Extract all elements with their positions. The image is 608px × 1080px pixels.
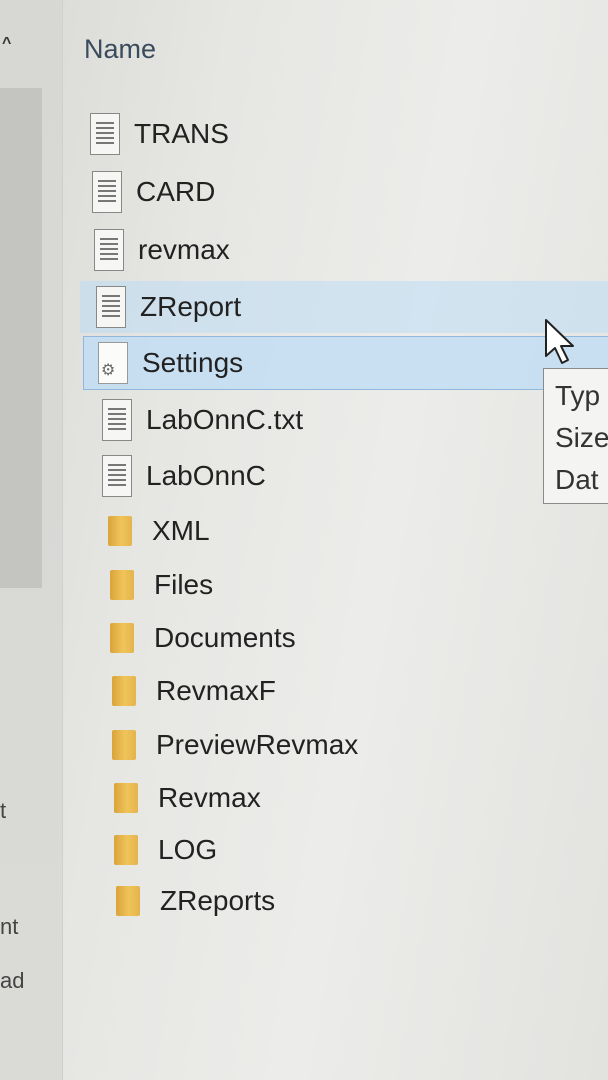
- folder-name: LOG: [158, 834, 218, 865]
- file-name: LabOnnC.txt: [146, 404, 304, 435]
- folder-icon: [112, 676, 136, 706]
- file-row[interactable]: revmax: [94, 224, 594, 276]
- folder-name: RevmaxF: [156, 675, 276, 706]
- tooltip-size-label: Size: [555, 422, 608, 453]
- file-row-selected[interactable]: ⚙ Settings: [83, 336, 608, 390]
- folder-row[interactable]: Files: [110, 559, 540, 611]
- file-row[interactable]: LabOnnC.txt: [102, 394, 532, 446]
- gear-icon: ⚙: [101, 362, 116, 379]
- tooltip-type-label: Typ: [555, 380, 601, 411]
- document-icon: [94, 229, 124, 271]
- file-row[interactable]: LabOnnC: [102, 450, 532, 502]
- folder-icon: [110, 570, 134, 600]
- folder-icon: [114, 783, 138, 813]
- nav-item-fragment[interactable]: t: [0, 798, 6, 824]
- file-row[interactable]: CARD: [92, 166, 592, 218]
- folder-name: Documents: [154, 622, 296, 653]
- folder-name: Revmax: [158, 782, 261, 813]
- folder-icon: [108, 516, 132, 546]
- file-name: TRANS: [134, 118, 229, 149]
- document-icon: [102, 399, 132, 441]
- document-icon: [90, 113, 120, 155]
- folder-name: Files: [154, 569, 214, 600]
- document-icon: [96, 286, 126, 328]
- folder-icon: [110, 623, 134, 653]
- navigation-pane: ^ t nt ad: [0, 0, 62, 1080]
- file-row[interactable]: ZReport: [80, 281, 608, 333]
- tooltip-date-label: Dat: [555, 464, 599, 495]
- folder-icon: [112, 730, 136, 760]
- folder-row[interactable]: XML: [108, 505, 538, 557]
- file-name: CARD: [136, 176, 216, 207]
- pane-divider[interactable]: [62, 0, 63, 1080]
- folder-name: XML: [152, 515, 210, 546]
- column-header-name[interactable]: Name: [84, 34, 156, 65]
- settings-file-icon: ⚙: [98, 342, 128, 384]
- file-row[interactable]: TRANS: [90, 108, 590, 160]
- folder-row[interactable]: Revmax: [114, 772, 544, 824]
- folder-row[interactable]: RevmaxF: [112, 665, 542, 717]
- folder-icon: [114, 835, 138, 865]
- nav-scrollbar[interactable]: [0, 88, 42, 588]
- folder-row[interactable]: PreviewRevmax: [112, 719, 572, 771]
- document-icon: [102, 455, 132, 497]
- file-name: ZReport: [140, 291, 242, 322]
- collapse-icon[interactable]: ^: [2, 34, 22, 54]
- document-icon: [92, 171, 122, 213]
- folder-name: PreviewRevmax: [156, 729, 359, 760]
- folder-icon: [116, 886, 140, 916]
- nav-item-fragment[interactable]: ad: [0, 968, 24, 994]
- folder-row[interactable]: Documents: [110, 612, 540, 664]
- folder-row[interactable]: ZReports: [116, 875, 546, 927]
- file-info-tooltip: Typ Size Dat: [543, 368, 608, 504]
- file-name: revmax: [138, 234, 230, 265]
- folder-name: ZReports: [160, 885, 276, 916]
- file-name: Settings: [142, 347, 244, 378]
- folder-row[interactable]: LOG: [114, 824, 544, 876]
- mouse-cursor-icon: [545, 319, 574, 364]
- file-name: LabOnnC: [146, 460, 266, 491]
- nav-item-fragment[interactable]: nt: [0, 914, 18, 940]
